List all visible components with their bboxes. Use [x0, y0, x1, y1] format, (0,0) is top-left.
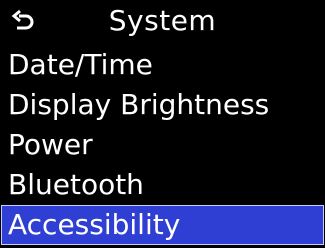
menu-item-power[interactable]: Power [0, 125, 325, 165]
header-bar: System [0, 0, 325, 44]
page-title: System [108, 4, 217, 37]
menu-item-date-time[interactable]: Date/Time [0, 45, 325, 85]
settings-menu-list: Date/Time Display Brightness Power Bluet… [0, 45, 325, 245]
menu-item-display-brightness[interactable]: Display Brightness [0, 85, 325, 125]
menu-item-bluetooth[interactable]: Bluetooth [0, 165, 325, 205]
menu-item-accessibility[interactable]: Accessibility [1, 205, 324, 245]
system-menu-screen: System Date/Time Display Brightness Powe… [0, 0, 325, 248]
